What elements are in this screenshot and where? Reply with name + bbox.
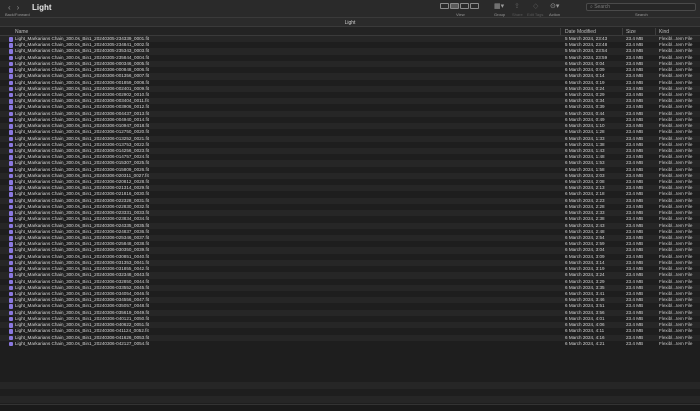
fit-file-icon	[9, 273, 13, 278]
fit-file-icon	[9, 155, 13, 160]
column-size[interactable]: Size	[626, 29, 636, 35]
search-input[interactable]: ⌕ Search	[586, 3, 696, 11]
fit-file-icon	[9, 37, 13, 42]
fit-file-icon	[9, 316, 13, 322]
file-size: 23.4 MB	[626, 340, 644, 346]
fit-file-icon	[9, 86, 13, 92]
fit-file-icon	[9, 291, 13, 297]
fit-file-icon	[9, 310, 13, 316]
fit-file-icon	[9, 211, 13, 216]
fit-file-icon	[9, 61, 13, 67]
share-icon[interactable]: ⇪	[514, 3, 520, 10]
file-row[interactable]: Light_Markarians Chain_300.0s_Bin1_20240…	[0, 340, 700, 347]
list-view-button[interactable]	[450, 3, 459, 9]
file-list: Light_Markarians Chain_300.0s_Bin1_20240…	[0, 36, 700, 347]
fit-file-icon	[9, 217, 13, 222]
column-divider[interactable]	[560, 28, 561, 35]
fit-file-icon	[9, 161, 13, 166]
column-view-button[interactable]	[460, 3, 469, 9]
column-header: Name Date Modified Size Kind	[0, 27, 700, 36]
fit-file-icon	[9, 99, 13, 104]
back-button[interactable]: ‹	[8, 3, 11, 12]
fit-file-icon	[9, 43, 13, 48]
fit-file-icon	[9, 136, 13, 141]
fit-file-icon	[9, 254, 13, 260]
forward-button[interactable]: ›	[17, 3, 20, 12]
fit-file-icon	[9, 223, 13, 229]
file-kind: Flexibl...tem File	[659, 340, 693, 346]
action-icon[interactable]: ⊙▾	[550, 3, 559, 10]
fit-file-icon	[9, 335, 13, 340]
fit-file-icon	[9, 49, 13, 54]
fit-file-icon	[9, 204, 13, 210]
fit-file-icon	[9, 260, 13, 266]
search-placeholder: Search	[594, 4, 611, 10]
fit-file-icon	[9, 198, 13, 204]
fit-file-icon	[9, 279, 13, 285]
fit-file-icon	[9, 124, 13, 129]
fit-file-icon	[9, 304, 13, 309]
file-name: Light_Markarians Chain_300.0s_Bin1_20240…	[15, 340, 150, 346]
horizontal-scrollbar[interactable]	[0, 404, 700, 411]
fit-file-icon	[9, 68, 13, 73]
fit-file-icon	[9, 229, 13, 235]
view-switcher	[440, 3, 479, 9]
fit-file-icon	[9, 180, 13, 185]
fit-file-icon	[9, 248, 13, 253]
fit-file-icon	[9, 74, 13, 79]
column-date-modified[interactable]: Date Modified	[565, 29, 596, 35]
column-kind[interactable]: Kind	[659, 29, 669, 35]
fit-file-icon	[9, 105, 13, 110]
tag-icon[interactable]: ◇	[533, 3, 538, 10]
group-icon[interactable]: ▦▾	[494, 3, 504, 10]
fit-file-icon	[9, 55, 13, 61]
fit-file-icon	[9, 298, 13, 303]
fit-file-icon	[9, 142, 13, 148]
fit-file-icon	[9, 92, 13, 98]
column-divider[interactable]	[622, 28, 623, 35]
fit-file-icon	[9, 236, 13, 241]
fit-file-icon	[9, 267, 13, 272]
file-date-modified: 6 March 2024, 4:21	[565, 340, 605, 346]
fit-file-icon	[9, 130, 13, 135]
empty-list-area	[0, 382, 700, 404]
fit-file-icon	[9, 192, 13, 197]
icon-view-button[interactable]	[440, 3, 449, 9]
window-toolbar: ‹ › Back/Forward Light View ▦▾ Group ⇪ S…	[0, 0, 700, 17]
column-divider[interactable]	[655, 28, 656, 35]
column-name[interactable]: Name	[15, 29, 28, 35]
fit-file-icon	[9, 167, 13, 173]
fit-file-icon	[9, 329, 13, 334]
window-title: Light	[32, 3, 52, 12]
fit-file-icon	[9, 111, 13, 117]
folder-title: Light	[344, 20, 356, 26]
fit-file-icon	[9, 285, 13, 291]
fit-file-icon	[9, 323, 13, 328]
fit-file-icon	[9, 80, 13, 86]
fit-file-icon	[9, 242, 13, 247]
fit-file-icon	[9, 117, 13, 123]
fit-file-icon	[9, 173, 13, 179]
nav-arrows: ‹ ›	[8, 3, 19, 12]
folder-title-bar: Light	[0, 17, 700, 27]
fit-file-icon	[9, 341, 13, 347]
fit-file-icon	[9, 186, 13, 191]
fit-file-icon	[9, 148, 13, 154]
gallery-view-button[interactable]	[470, 3, 479, 9]
